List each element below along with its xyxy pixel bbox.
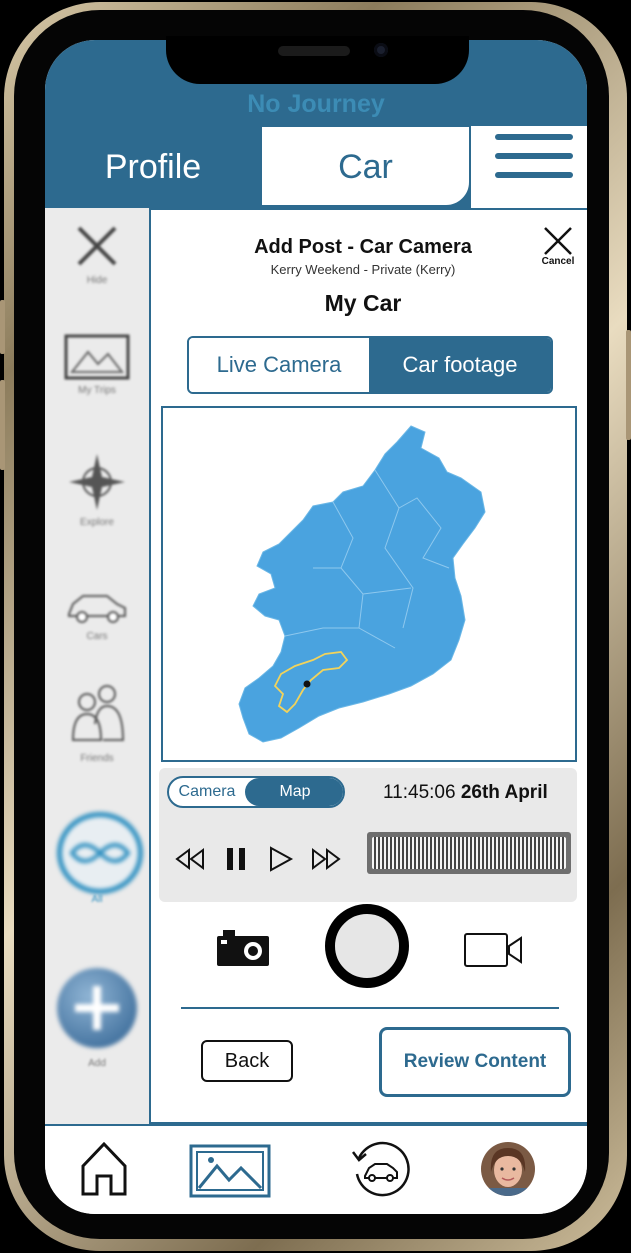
- sidebar-item-add[interactable]: [57, 968, 137, 1048]
- profile-avatar[interactable]: [481, 1142, 535, 1196]
- panel-heading: My Car: [324, 290, 402, 316]
- divider: [181, 1007, 559, 1009]
- tab-car-footage[interactable]: Car footage: [369, 338, 551, 392]
- panel-title: Add Post - Car Camera: [254, 236, 472, 258]
- sidebar-item-all[interactable]: [57, 812, 143, 894]
- infinity-icon: [69, 843, 131, 863]
- pause-icon[interactable]: [219, 842, 253, 876]
- back-button[interactable]: Back: [201, 1040, 293, 1082]
- phone-notch: [166, 36, 469, 84]
- hamburger-menu-button[interactable]: [471, 126, 587, 208]
- power-button: [626, 330, 631, 440]
- close-icon[interactable]: [541, 224, 575, 258]
- tab-profile[interactable]: Profile: [45, 126, 261, 208]
- video-camera-icon[interactable]: [463, 932, 525, 968]
- photo-camera-icon[interactable]: [215, 928, 271, 968]
- sidebar: Hide My Trips Explore Cars Friends All A…: [45, 208, 149, 1124]
- toggle-map[interactable]: Map: [245, 778, 343, 806]
- image-icon: [64, 334, 130, 380]
- cancel-button[interactable]: Cancel: [535, 256, 581, 267]
- timestamp: 11:45:06 26th April: [383, 782, 548, 804]
- toggle-camera[interactable]: Camera: [169, 778, 245, 806]
- sidebar-item-explore[interactable]: Explore: [45, 452, 149, 528]
- close-icon: [77, 226, 117, 266]
- speaker-grille: [278, 46, 350, 56]
- rewind-icon[interactable]: [173, 842, 207, 876]
- sidebar-item-label: Explore: [80, 517, 114, 528]
- plus-icon: [75, 986, 119, 1030]
- shutter-button[interactable]: [325, 904, 409, 988]
- sidebar-item-label: My Trips: [78, 385, 116, 396]
- sidebar-item-friends[interactable]: Friends: [45, 684, 149, 764]
- time-value: 11:45:06: [383, 782, 456, 803]
- sidebar-item-label: All: [91, 894, 103, 905]
- volume-down-button: [0, 380, 5, 470]
- car-icon: [68, 595, 126, 623]
- people-icon: [71, 685, 125, 741]
- playback-controls: Camera Map 11:45:06 26th April: [159, 768, 577, 902]
- front-camera: [374, 43, 388, 57]
- car-history-icon[interactable]: [349, 1138, 411, 1200]
- map-view[interactable]: [161, 406, 577, 762]
- panel-subtitle: Kerry Weekend - Private (Kerry): [270, 262, 456, 277]
- sidebar-item-label: Add: [88, 1058, 106, 1069]
- sidebar-item-label: Hide: [86, 275, 108, 286]
- bottom-nav: [45, 1124, 587, 1214]
- date-value: 26th April: [460, 782, 548, 803]
- compass-icon: [69, 454, 125, 510]
- sidebar-item-label: Friends: [80, 753, 114, 764]
- home-icon[interactable]: [79, 1140, 129, 1198]
- review-content-button[interactable]: Review Content: [379, 1027, 571, 1097]
- tab-live-camera[interactable]: Live Camera: [189, 338, 369, 392]
- tab-car[interactable]: Car: [261, 126, 470, 206]
- timeline-scrubber[interactable]: [367, 832, 571, 874]
- sidebar-item-label: Cars: [86, 631, 108, 642]
- sidebar-item-hide[interactable]: Hide: [45, 222, 149, 286]
- fast-forward-icon[interactable]: [309, 842, 343, 876]
- phone-screen: No Journey Profile Car Hide My Trips Exp…: [45, 40, 587, 1214]
- source-selector: Live Camera Car footage: [187, 336, 553, 394]
- view-toggle: Camera Map: [167, 776, 345, 808]
- menu-line: [495, 134, 573, 140]
- add-post-panel: Add Post - Car Camera Kerry Weekend - Pr…: [149, 208, 587, 1124]
- ireland-map: [238, 425, 486, 743]
- menu-line: [495, 153, 573, 159]
- scrubber-track: [372, 837, 566, 869]
- volume-up-button: [0, 300, 5, 354]
- play-icon[interactable]: [263, 842, 297, 876]
- gallery-icon[interactable]: [189, 1144, 271, 1198]
- avatar-image: [481, 1142, 535, 1196]
- menu-line: [495, 172, 573, 178]
- sidebar-item-my-trips[interactable]: My Trips: [45, 334, 149, 396]
- journey-status: No Journey: [247, 90, 385, 118]
- sidebar-item-cars[interactable]: Cars: [45, 586, 149, 642]
